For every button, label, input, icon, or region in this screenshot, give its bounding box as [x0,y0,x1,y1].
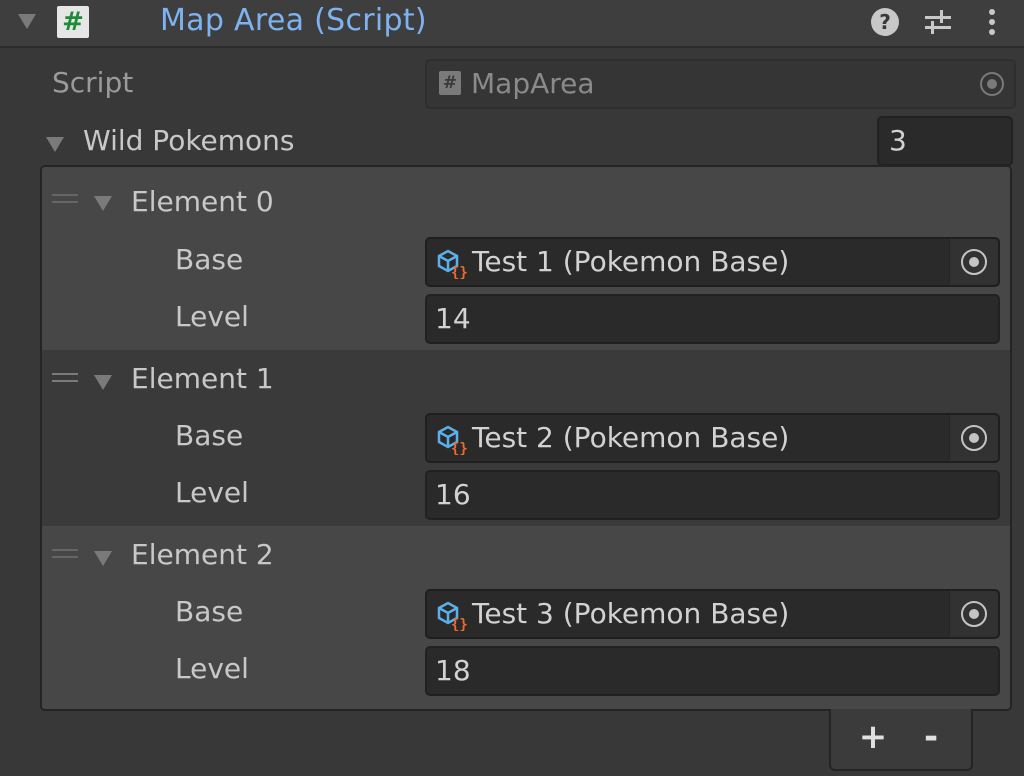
object-picker-icon [980,72,1004,96]
base-object-field[interactable]: {} Test 3 (Pokemon Base) [425,589,1000,639]
base-object-value: Test 3 (Pokemon Base) [472,597,790,630]
drag-handle-icon[interactable] [52,373,78,387]
level-field[interactable]: 16 [425,470,1000,520]
list-container: Element 0 Base {} Test 1 (Pokemon Base) … [40,165,1012,711]
list-footer-buttons: + - [829,709,973,771]
level-label: Level [175,652,249,685]
component-foldout-arrow-icon[interactable] [18,14,36,29]
script-label: Script [52,66,134,99]
drag-handle-icon[interactable] [52,194,78,208]
base-object-field[interactable]: {} Test 1 (Pokemon Base) [425,237,1000,287]
list-element-2: Element 2 Base {} Test 3 (Pokemon Base) … [42,526,1010,709]
script-file-icon: # [439,71,461,95]
presets-sliders-icon[interactable] [922,6,954,38]
object-picker-icon [961,601,987,627]
object-picker-button[interactable] [949,239,998,285]
base-object-field[interactable]: {} Test 2 (Pokemon Base) [425,413,1000,463]
object-picker-icon [961,249,987,275]
object-picker-icon [961,425,987,451]
level-label: Level [175,476,249,509]
element-title[interactable]: Element 1 [131,362,274,395]
script-value: MapArea [471,67,595,100]
element-title[interactable]: Element 0 [131,185,274,218]
list-element-0: Element 0 Base {} Test 1 (Pokemon Base) … [42,167,1010,350]
object-picker-button[interactable] [949,415,998,461]
component-title[interactable]: Map Area (Script) [160,3,427,38]
drag-handle-icon[interactable] [52,549,78,563]
base-label: Base [175,243,244,276]
list-foldout-arrow-icon[interactable] [46,137,64,152]
svg-text:{}: {} [451,441,467,455]
element-title[interactable]: Element 2 [131,538,274,571]
base-object-value: Test 1 (Pokemon Base) [472,245,790,278]
list-element-1: Element 1 Base {} Test 2 (Pokemon Base) … [42,350,1010,526]
element-foldout-arrow-icon[interactable] [94,196,112,211]
add-element-button[interactable]: + [848,715,898,759]
kebab-menu-icon[interactable] [980,6,1004,38]
script-icon: # [57,6,89,38]
remove-element-button[interactable]: - [906,715,956,759]
svg-text:{}: {} [451,617,467,631]
base-label: Base [175,419,244,452]
element-foldout-arrow-icon[interactable] [94,375,112,390]
list-label[interactable]: Wild Pokemons [83,124,295,157]
scriptable-object-icon: {} [435,423,468,462]
list-size-field[interactable]: 3 [877,116,1013,166]
base-label: Base [175,595,244,628]
svg-text:{}: {} [451,265,467,279]
level-field[interactable]: 14 [425,294,1000,344]
level-label: Level [175,300,249,333]
object-picker-button[interactable] [949,591,998,637]
script-field: # MapArea [425,59,1016,109]
element-foldout-arrow-icon[interactable] [94,551,112,566]
help-icon[interactable]: ? [871,8,899,36]
base-object-value: Test 2 (Pokemon Base) [472,421,790,454]
scriptable-object-icon: {} [435,247,468,286]
scriptable-object-icon: {} [435,599,468,638]
level-field[interactable]: 18 [425,646,1000,696]
